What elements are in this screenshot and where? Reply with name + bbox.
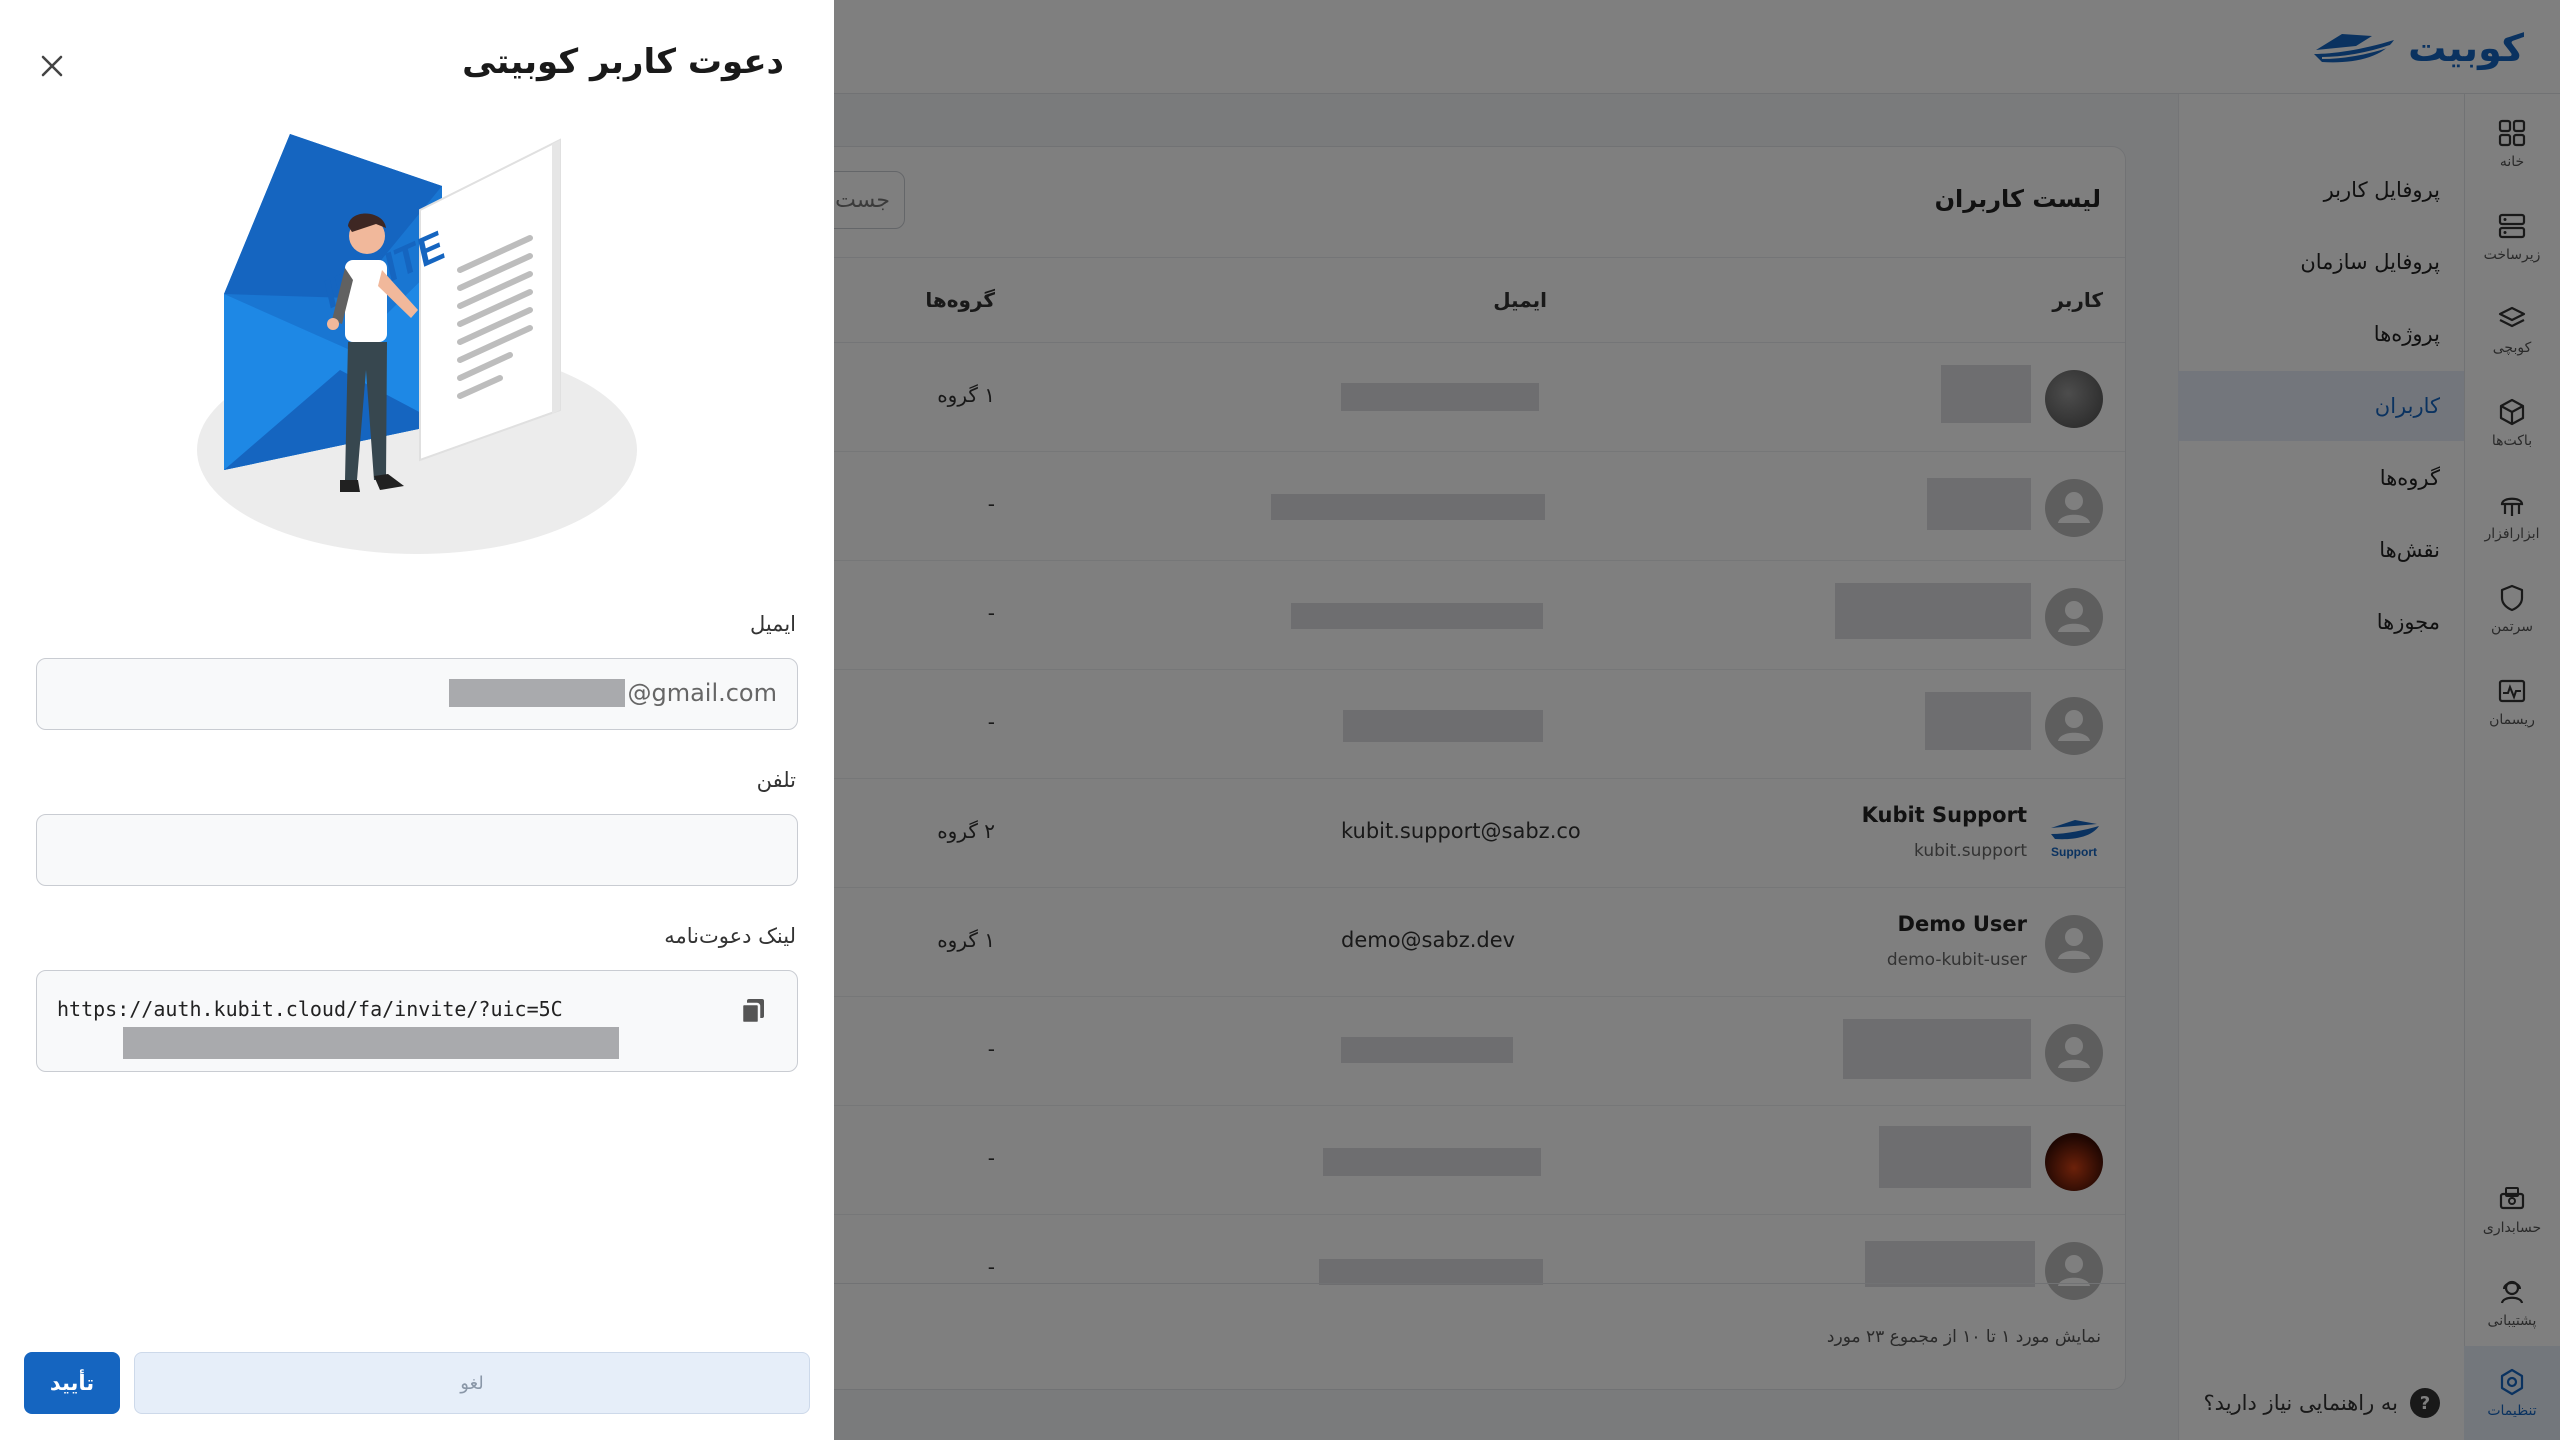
invite-drawer: دعوت کاربر کوبیتی INVITE ایمیل @gmail.co… (0, 0, 834, 1440)
copy-button[interactable] (733, 991, 773, 1031)
email-label: ایمیل (749, 612, 796, 636)
copy-icon (740, 999, 764, 1025)
close-icon (41, 55, 63, 77)
drawer-title: دعوت کاربر کوبیتی (462, 42, 784, 82)
cancel-button[interactable]: لغو (134, 1352, 810, 1414)
phone-field[interactable] (36, 814, 798, 886)
email-domain: @gmail.com (627, 679, 777, 707)
email-field[interactable]: @gmail.com (36, 658, 798, 730)
link-redaction (123, 1027, 619, 1059)
confirm-button[interactable]: تأیید (24, 1352, 120, 1414)
invite-link-value: https://auth.kubit.cloud/fa/invite/?uic=… (57, 997, 563, 1021)
email-redaction (449, 679, 626, 707)
invite-link-field[interactable]: https://auth.kubit.cloud/fa/invite/?uic=… (36, 970, 798, 1072)
phone-label: تلفن (756, 768, 796, 792)
email-value: @gmail.com (449, 679, 777, 707)
invite-link-label: لینک دعوت‌نامه (664, 924, 796, 948)
close-button[interactable] (36, 50, 68, 82)
invite-illustration: INVITE (197, 134, 637, 554)
